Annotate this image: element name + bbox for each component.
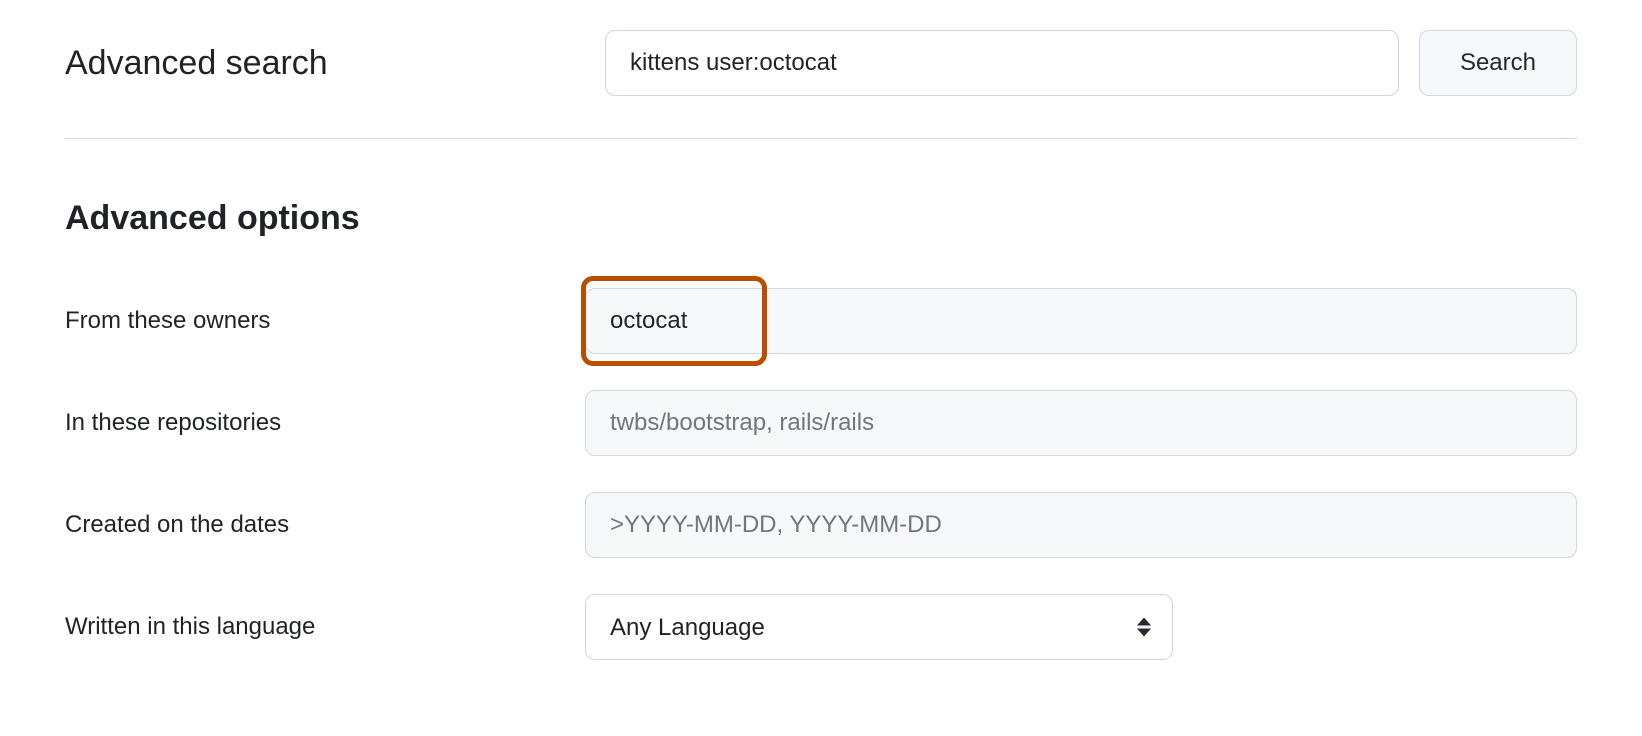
language-select[interactable]: Any Language	[585, 594, 1173, 660]
owners-input[interactable]	[585, 288, 1577, 354]
field-row-repositories: In these repositories	[65, 390, 1577, 456]
search-button[interactable]: Search	[1419, 30, 1577, 96]
repositories-label: In these repositories	[65, 409, 585, 437]
search-header: Advanced search Search	[65, 30, 1577, 139]
field-row-language: Written in this language Any Language	[65, 594, 1577, 660]
created-input[interactable]	[585, 492, 1577, 558]
page-title: Advanced search	[65, 44, 585, 83]
field-row-owners: From these owners	[65, 288, 1577, 354]
repositories-input[interactable]	[585, 390, 1577, 456]
owners-label: From these owners	[65, 307, 585, 335]
search-input[interactable]	[605, 30, 1399, 96]
language-label: Written in this language	[65, 613, 585, 641]
field-row-created: Created on the dates	[65, 492, 1577, 558]
advanced-options-section: Advanced options From these owners In th…	[65, 139, 1577, 660]
section-title: Advanced options	[65, 199, 1577, 238]
created-label: Created on the dates	[65, 511, 585, 539]
